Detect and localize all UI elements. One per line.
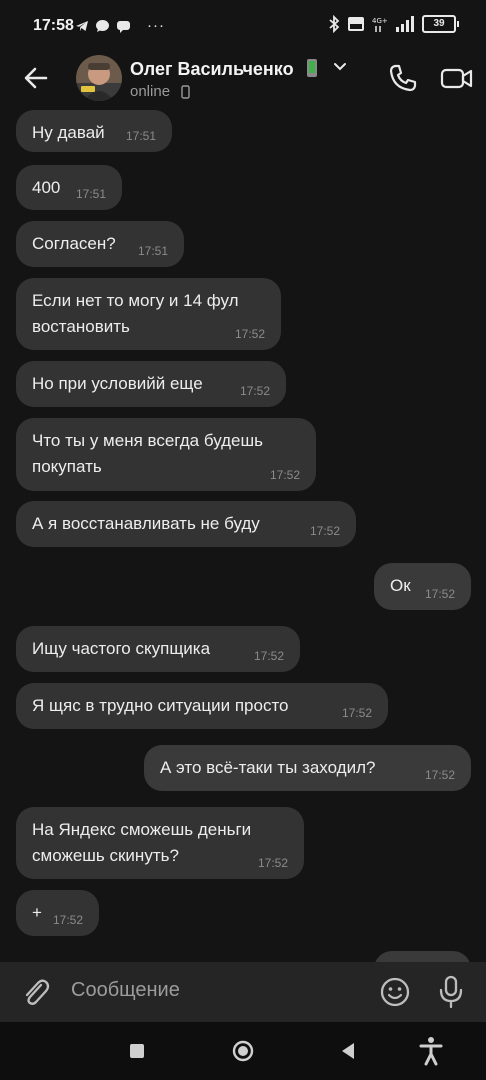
- accessibility-icon[interactable]: [419, 1036, 443, 1066]
- message-time: 17:51: [75, 187, 106, 201]
- message-time: 17:51: [137, 244, 168, 258]
- message-bubble-outgoing-partial[interactable]: [374, 951, 471, 962]
- chat-header: Олег Васильченко online: [0, 50, 486, 108]
- message-text: +: [32, 903, 42, 922]
- message-bubble-incoming[interactable]: Я щяс в трудно ситуации просто 17:52: [16, 683, 388, 729]
- system-nav-bar: [0, 1022, 486, 1080]
- message-bubble-incoming[interactable]: 400 17:51: [16, 165, 122, 210]
- battery-indicator: 39: [422, 15, 459, 33]
- message-list[interactable]: Ну давай 17:51 400 17:51 Согласен? 17:51…: [0, 108, 486, 962]
- arrow-left-icon[interactable]: [20, 62, 52, 94]
- message-time: 17:52: [269, 468, 300, 482]
- status-bar: 17:58 ··· 4G+ 39: [0, 0, 486, 50]
- message-text: Что ты у меня всегда будешь покупать: [32, 431, 264, 476]
- phone-device-icon: [307, 59, 317, 77]
- avatar[interactable]: [76, 55, 122, 101]
- message-text: Я щяс в трудно ситуации просто: [32, 696, 289, 715]
- recents-button[interactable]: [130, 1044, 144, 1058]
- message-time: 17:52: [234, 327, 265, 341]
- message-bubble-incoming[interactable]: Ищу частого скупщика 17:52: [16, 626, 300, 672]
- chat-bubble-icon: [96, 19, 109, 32]
- mobile-status-icon: [181, 85, 190, 99]
- message-time: 17:52: [341, 706, 372, 720]
- message-time: 17:51: [125, 129, 156, 143]
- message-text: На Яндекс сможешь деньги сможешь скинуть…: [32, 820, 252, 865]
- bluetooth-icon: [329, 15, 340, 33]
- message-text: Согласен?: [32, 234, 116, 253]
- paperclip-icon[interactable]: [20, 976, 52, 1008]
- home-button[interactable]: [232, 1040, 254, 1062]
- message-time: 17:52: [424, 587, 455, 601]
- message-text: А это всё-таки ты заходил?: [160, 758, 376, 777]
- more-notifications: ···: [147, 17, 165, 34]
- back-triangle-button[interactable]: [340, 1041, 356, 1061]
- message-icon: [117, 20, 130, 33]
- message-composer: Сообщение: [0, 962, 486, 1022]
- message-bubble-incoming[interactable]: На Яндекс сможешь деньги сможешь скинуть…: [16, 807, 304, 879]
- volte-icon: [348, 17, 364, 31]
- message-bubble-incoming[interactable]: + 17:52: [16, 890, 99, 936]
- message-bubble-outgoing[interactable]: А это всё-таки ты заходил? 17:52: [144, 745, 471, 791]
- message-time: 17:52: [309, 524, 340, 538]
- smiley-icon[interactable]: [379, 976, 411, 1008]
- message-time: 17:52: [253, 649, 284, 663]
- microphone-icon[interactable]: [438, 975, 464, 1009]
- video-camera-icon[interactable]: [440, 62, 474, 94]
- message-time: 17:52: [52, 913, 83, 927]
- message-bubble-incoming[interactable]: А я восстанавливать не буду 17:52: [16, 501, 356, 547]
- status-system-icons: 4G+ 39: [328, 15, 459, 33]
- message-text: Если нет то могу и 14 фул востановить: [32, 291, 239, 336]
- message-text: Ну давай: [32, 123, 105, 142]
- message-bubble-incoming[interactable]: Согласен? 17:51: [16, 221, 184, 267]
- message-bubble-incoming[interactable]: Что ты у меня всегда будешь покупать 17:…: [16, 418, 316, 491]
- battery-level: 39: [433, 18, 445, 29]
- signal-bars-icon: [396, 16, 414, 32]
- signal-4g-icon: 4G+: [372, 17, 388, 32]
- telegram-icon: [76, 20, 88, 31]
- status-notification-icons: ···: [75, 17, 165, 34]
- message-text: А я восстанавливать не буду: [32, 514, 260, 533]
- message-bubble-incoming[interactable]: Но при условийй еще 17:52: [16, 361, 286, 407]
- message-bubble-outgoing[interactable]: Ок 17:52: [374, 563, 471, 610]
- message-bubble-incoming[interactable]: Ну давай 17:51: [16, 110, 172, 152]
- message-bubble-incoming[interactable]: Если нет то могу и 14 фул востановить 17…: [16, 278, 281, 350]
- contact-name[interactable]: Олег Васильченко: [130, 59, 294, 80]
- message-text: Ищу частого скупщика: [32, 639, 211, 658]
- phone-icon[interactable]: [387, 62, 419, 94]
- message-text: Ок: [390, 576, 411, 595]
- contact-status: online: [130, 83, 171, 100]
- message-input[interactable]: Сообщение: [71, 979, 180, 1002]
- status-time: 17:58: [33, 17, 74, 34]
- message-text: Но при условийй еще: [32, 374, 203, 393]
- chevron-down-icon[interactable]: [333, 60, 347, 74]
- svg-text:4G+: 4G+: [372, 17, 388, 25]
- message-text: 400: [32, 178, 61, 197]
- message-time: 17:52: [257, 856, 288, 870]
- message-time: 17:52: [239, 384, 270, 398]
- message-time: 17:52: [424, 768, 455, 782]
